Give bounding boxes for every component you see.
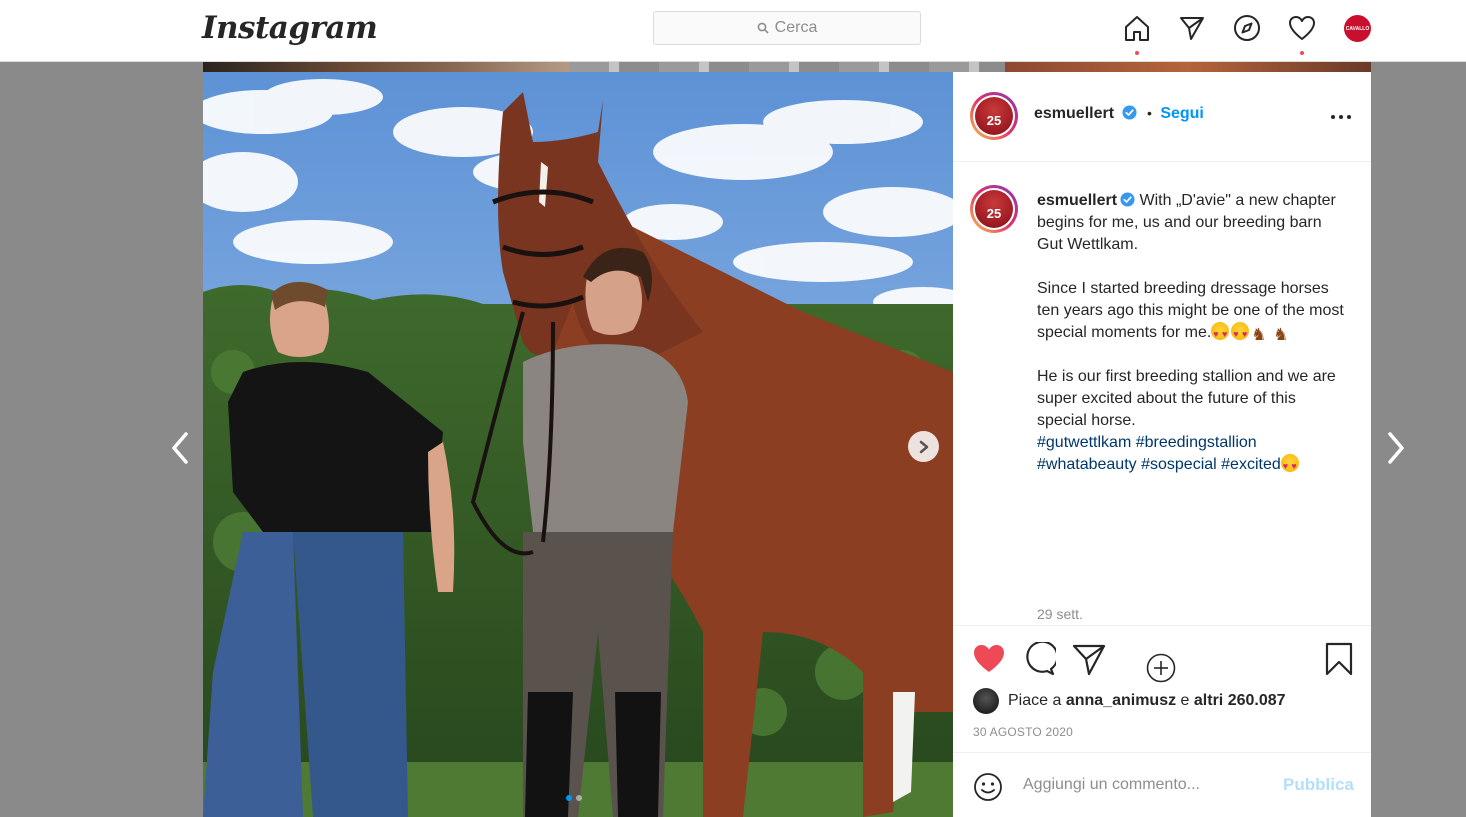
verified-badge-icon <box>1121 105 1137 120</box>
horse-emoji-icon: ♞ <box>1251 325 1267 344</box>
profile-avatar[interactable]: CAVALLO <box>1344 15 1371 42</box>
comment-input[interactable]: Aggiungi un commento... <box>1023 776 1200 794</box>
emoji-picker-icon[interactable] <box>973 772 1003 802</box>
likes-count[interactable]: altri 260.087 <box>1194 692 1286 709</box>
hashtag-link[interactable]: #sospecial <box>1141 456 1217 473</box>
hashtag-link[interactable]: #breedingstallion <box>1136 434 1257 451</box>
save-bookmark-icon[interactable] <box>1322 642 1356 676</box>
previous-post-arrow-icon[interactable] <box>168 430 192 466</box>
author-username[interactable]: esmuellert <box>1034 105 1114 122</box>
next-post-arrow-icon[interactable] <box>1384 430 1408 466</box>
carousel-indicator <box>566 795 582 801</box>
post-side-panel: 25 esmuellert • Segui 25 esmuellert With… <box>953 72 1371 817</box>
background-post-strip <box>1005 62 1371 72</box>
home-notification-dot <box>1135 51 1139 55</box>
activity-heart-icon[interactable] <box>1288 14 1316 42</box>
search-input[interactable]: Cerca <box>653 11 921 45</box>
horse-emoji-icon: ♞ <box>1273 325 1289 344</box>
carousel-next-button[interactable] <box>908 431 939 462</box>
likes-conjunction: e <box>1180 692 1190 709</box>
home-icon[interactable] <box>1123 14 1151 42</box>
hashtag-link[interactable]: #gutwettlkam <box>1037 434 1131 451</box>
instagram-logo[interactable]: Instagram <box>202 10 378 46</box>
caption-author-avatar[interactable]: 25 <box>970 185 1018 233</box>
chevron-right-icon <box>919 440 928 453</box>
caption-username[interactable]: esmuellert <box>1037 192 1117 209</box>
hashtag-link[interactable]: #excited <box>1221 456 1281 473</box>
carousel-dot <box>576 795 582 801</box>
likes-summary: Piace a anna_animusz e altri 260.087 <box>973 688 1286 714</box>
activity-notification-dot <box>1300 51 1304 55</box>
comment-bar: Aggiungi un commento... Pubblica <box>953 752 1371 817</box>
post-actions: Piace a anna_animusz e altri 260.087 30 … <box>953 628 1371 808</box>
background-post-strip <box>569 62 1005 72</box>
liker-avatar[interactable] <box>973 688 999 714</box>
caption-paragraph-2: Since I started breeding dressage horses… <box>1037 280 1349 341</box>
heart-eyes-emoji-icon <box>1231 322 1250 345</box>
post-image <box>203 72 953 817</box>
author-avatar[interactable]: 25 <box>970 92 1018 140</box>
like-heart-icon[interactable] <box>972 642 1006 676</box>
explore-icon[interactable] <box>1233 14 1261 42</box>
heart-eyes-emoji-icon <box>1211 322 1230 345</box>
search-icon <box>757 22 769 34</box>
post-photo[interactable] <box>203 72 953 817</box>
header-separator: • <box>1146 105 1152 121</box>
carousel-dot-active <box>566 795 572 801</box>
search-placeholder: Cerca <box>774 19 818 36</box>
verified-badge-icon <box>1120 192 1135 207</box>
caption-paragraph-3: He is our first breeding stallion and we… <box>1037 368 1341 429</box>
liker-username[interactable]: anna_animusz <box>1066 692 1176 709</box>
caption-section: 25 esmuellert With „D'avie" a new chapte… <box>953 162 1371 683</box>
follow-button[interactable]: Segui <box>1160 105 1204 122</box>
more-options-icon[interactable] <box>1330 112 1352 122</box>
post-header: 25 esmuellert • Segui <box>953 72 1371 162</box>
caption-date[interactable]: 29 sett. <box>1037 606 1083 622</box>
post-caption: esmuellert With „D'avie" a new chapter b… <box>1037 190 1349 477</box>
publish-button[interactable]: Pubblica <box>1283 775 1354 795</box>
background-post-strip <box>203 62 569 72</box>
post-date[interactable]: 30 AGOSTO 2020 <box>973 725 1073 739</box>
hashtag-link[interactable]: #whatabeauty <box>1037 456 1137 473</box>
comment-bubble-icon[interactable] <box>1022 642 1056 676</box>
direct-icon[interactable] <box>1178 14 1206 42</box>
heart-eyes-emoji-icon <box>1280 454 1299 477</box>
share-direct-icon[interactable] <box>1072 642 1106 676</box>
likes-prefix: Piace a <box>1008 692 1062 709</box>
top-nav: Instagram Cerca CAVALLO <box>0 0 1466 62</box>
